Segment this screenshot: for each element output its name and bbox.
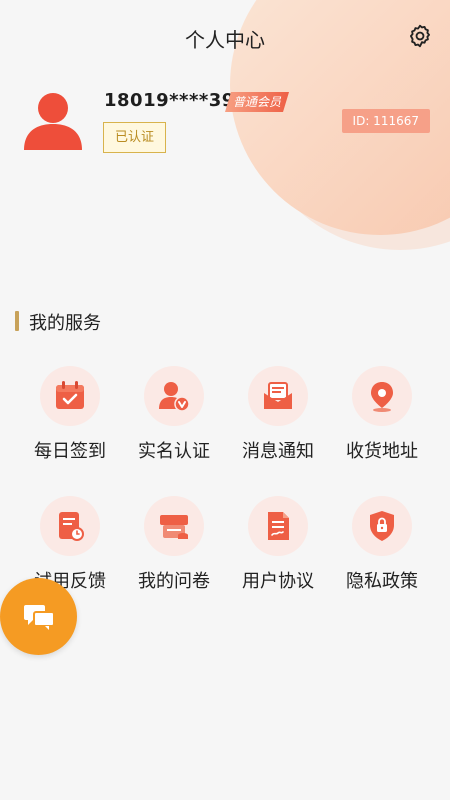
service-shipping-address[interactable]: 收货地址 — [330, 362, 434, 492]
service-message-notify[interactable]: 消息通知 — [226, 362, 330, 492]
member-level-badge: 普通会员 — [225, 92, 289, 112]
section-title: 我的服务 — [29, 313, 101, 334]
service-my-survey[interactable]: 我的问卷 — [122, 492, 226, 622]
phone-number: 18019****39 — [104, 90, 235, 111]
service-daily-checkin[interactable]: 每日签到 — [18, 362, 122, 492]
user-verify-icon — [159, 382, 190, 412]
top-bar: 个人中心 — [0, 0, 450, 74]
service-label: 我的问卷 — [138, 571, 210, 592]
service-label: 每日签到 — [34, 441, 106, 462]
service-privacy-policy[interactable]: 隐私政策 — [330, 492, 434, 622]
calendar-check-icon — [56, 381, 84, 409]
avatar[interactable] — [22, 88, 84, 150]
section-header: 我的服务 — [0, 300, 450, 344]
page-title: 个人中心 — [185, 28, 265, 52]
services-row: 每日签到 实名认证 消息通知 收货地址 — [0, 362, 450, 492]
service-label: 实名认证 — [138, 441, 210, 462]
services-section: 我的服务 每日签到 实名认证 消息通知 收货地址 试用反馈 我的问卷 用户协议 … — [0, 300, 450, 592]
profile-card: 18019****39 普通会员 已认证 ID: 111667 — [0, 74, 450, 214]
customer-service-button[interactable] — [0, 578, 77, 655]
verified-tag: 已认证 — [103, 122, 166, 153]
service-real-name-auth[interactable]: 实名认证 — [122, 362, 226, 492]
service-user-agreement[interactable]: 用户协议 — [226, 492, 330, 622]
settings-button[interactable] — [406, 22, 434, 50]
shield-lock-icon — [370, 511, 394, 541]
survey-icon — [160, 515, 188, 539]
service-label: 消息通知 — [242, 441, 314, 462]
services-grid: 每日签到 实名认证 消息通知 收货地址 试用反馈 我的问卷 用户协议 隐私政策 — [0, 362, 450, 622]
mail-icon — [264, 382, 292, 409]
service-label: 隐私政策 — [346, 571, 418, 592]
chat-bubbles-icon — [23, 604, 55, 630]
location-pin-icon — [371, 382, 393, 412]
feedback-doc-icon — [59, 512, 84, 541]
service-label: 收货地址 — [346, 441, 418, 462]
gear-icon — [409, 24, 431, 48]
service-label: 用户协议 — [242, 571, 314, 592]
contract-icon — [268, 512, 289, 540]
user-id-tag: ID: 111667 — [341, 109, 430, 133]
section-accent-bar — [15, 311, 19, 331]
